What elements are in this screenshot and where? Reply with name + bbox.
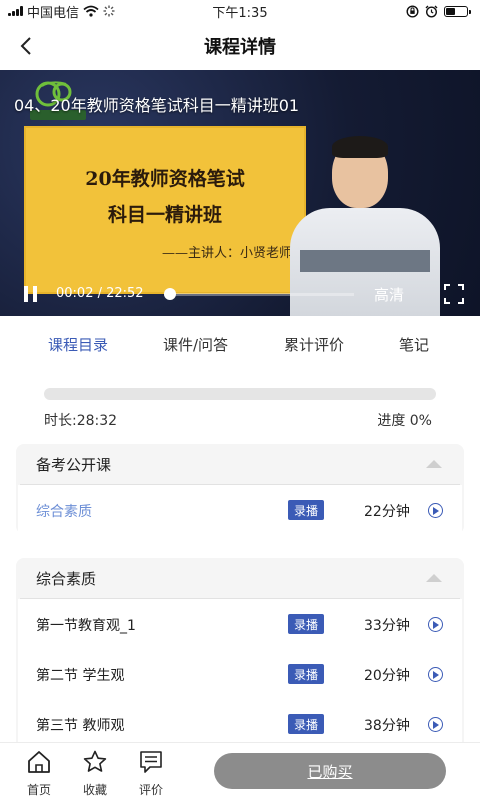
nav-home-label: 首页 <box>26 783 51 797</box>
status-time: 下午1:35 <box>212 5 268 21</box>
back-button[interactable] <box>12 32 40 60</box>
carrier-label: 中国电信 <box>27 5 80 21</box>
lesson-duration: 20分钟 <box>364 668 410 684</box>
lesson-type-badge: 录播 <box>288 714 324 734</box>
play-circle-icon[interactable] <box>428 717 443 732</box>
video-controls: 00:02 / 22:52 高清 <box>0 272 480 316</box>
lesson-title: 第三节 教师观 <box>36 718 125 734</box>
purchased-button[interactable]: 已购买 <box>214 753 446 789</box>
lesson-row[interactable]: 第二节 学生观 录播 20分钟 <box>18 649 462 699</box>
nav-review-label: 评价 <box>138 783 163 797</box>
video-title: 04、20年教师资格笔试科目一精讲班01 <box>14 96 300 115</box>
play-circle-icon[interactable] <box>428 503 443 518</box>
nav-favorite-label: 收藏 <box>82 783 107 797</box>
home-icon <box>28 751 50 773</box>
rotation-lock-icon <box>406 4 419 18</box>
star-icon <box>83 750 107 772</box>
course-progress-bar <box>44 388 436 400</box>
lesson-type-badge: 录播 <box>288 500 324 520</box>
play-circle-icon[interactable] <box>428 617 443 632</box>
seek-bar[interactable] <box>164 288 354 300</box>
fullscreen-icon[interactable] <box>444 284 464 304</box>
signal-icon <box>8 6 23 16</box>
course-detail-screen: 中国电信 下午1:35 课程详情 04、20年教师资格笔试科目一精讲班01 20… <box>0 0 480 800</box>
lesson-row[interactable]: 第一节教育观_1 录播 33分钟 <box>18 599 462 649</box>
nav-review[interactable]: 评价 <box>129 749 173 799</box>
tab-reviews[interactable]: 累计评价 <box>284 334 344 355</box>
slide-title-line2: 科目一精讲班 <box>107 204 222 226</box>
status-bar: 中国电信 下午1:35 <box>0 0 480 22</box>
status-left: 中国电信 <box>8 2 115 21</box>
lesson-row[interactable]: 综合素质 录播 22分钟 <box>18 485 462 535</box>
quality-button[interactable]: 高清 <box>374 284 404 305</box>
section-title: 综合素质 <box>36 569 97 588</box>
tab-notes[interactable]: 笔记 <box>399 334 429 355</box>
header: 课程详情 <box>0 22 480 70</box>
video-player[interactable]: 04、20年教师资格笔试科目一精讲班01 20年教师资格笔试 科目一精讲班 ——… <box>0 70 480 316</box>
lesson-type-badge: 录播 <box>288 614 324 634</box>
tab-bar: 课程目录 课件/问答 累计评价 笔记 <box>0 316 480 370</box>
lesson-type-badge: 录播 <box>288 664 324 684</box>
play-circle-icon[interactable] <box>428 667 443 682</box>
lesson-duration: 33分钟 <box>364 618 410 634</box>
slide-board: 20年教师资格笔试 科目一精讲班 ——主讲人：小贤老师 <box>24 126 306 294</box>
duration-label: 时长:28:32 <box>44 413 118 429</box>
lesson-duration: 38分钟 <box>364 718 410 734</box>
section-card: 综合素质 第一节教育观_1 录播 33分钟 第二节 学生观 录播 20分钟 第三… <box>16 558 464 758</box>
section-header[interactable]: 备考公开课 <box>16 444 464 484</box>
section-card: 备考公开课 综合素质 录播 22分钟 <box>16 444 464 535</box>
tab-catalog[interactable]: 课程目录 <box>48 334 108 355</box>
page-title: 课程详情 <box>204 37 276 58</box>
status-right <box>406 4 471 18</box>
lesson-duration: 22分钟 <box>364 504 410 520</box>
battery-icon <box>444 5 471 17</box>
comment-icon <box>140 751 162 773</box>
pause-icon[interactable] <box>24 286 38 302</box>
lesson-title: 第二节 学生观 <box>36 668 125 684</box>
nav-home[interactable]: 首页 <box>17 749 61 799</box>
slide-presenter: ——主讲人：小贤老师 <box>161 246 292 261</box>
collapse-caret-icon <box>426 460 442 468</box>
slide-title-line1: 20年教师资格笔试 <box>85 168 245 190</box>
wifi-icon <box>83 5 99 17</box>
back-arrow-icon <box>20 37 31 55</box>
section-title: 备考公开课 <box>36 455 112 474</box>
progress-label: 进度 0% <box>377 413 432 429</box>
lesson-title: 第一节教育观_1 <box>36 618 136 634</box>
collapse-caret-icon <box>426 574 442 582</box>
seek-knob[interactable] <box>164 288 176 300</box>
nav-favorite[interactable]: 收藏 <box>73 749 117 799</box>
lesson-title: 综合素质 <box>36 504 92 520</box>
alarm-icon <box>425 5 438 18</box>
tab-courseware-qa[interactable]: 课件/问答 <box>163 334 228 355</box>
section-header[interactable]: 综合素质 <box>16 558 464 598</box>
loading-icon <box>103 5 115 17</box>
playback-time: 00:02 / 22:52 <box>56 286 144 301</box>
bottom-bar: 首页 收藏 评价 已购买 <box>0 742 480 800</box>
